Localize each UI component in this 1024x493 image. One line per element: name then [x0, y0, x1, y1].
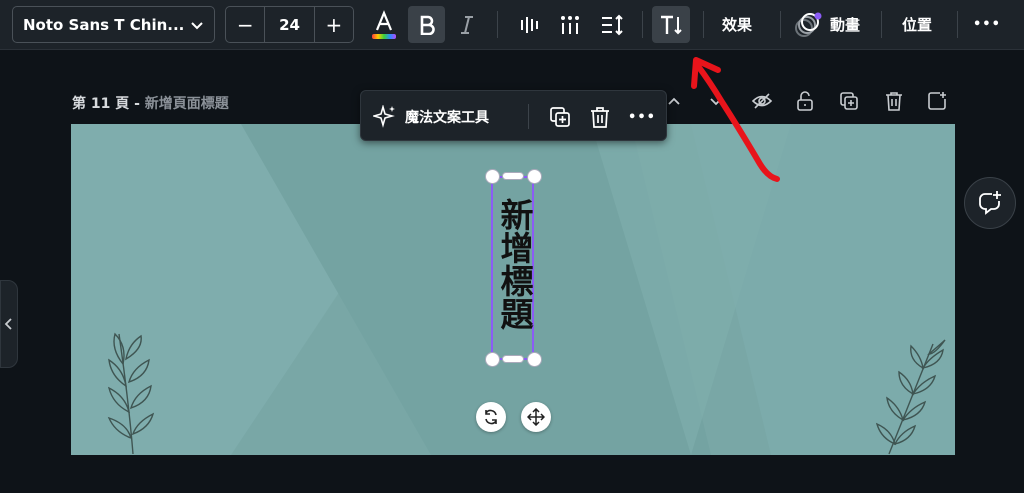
decrease-size-button[interactable]: −: [226, 7, 264, 42]
resize-handle-bottom-right[interactable]: [527, 352, 542, 367]
toolbar-divider: [780, 11, 781, 38]
trash-icon: [591, 107, 609, 128]
text-align-button[interactable]: [514, 6, 544, 43]
italic-button[interactable]: [452, 6, 482, 43]
magic-write-button[interactable]: 魔法文案工具: [373, 91, 489, 142]
animate-button[interactable]: 動畫: [794, 6, 860, 43]
trash-icon: [886, 92, 902, 111]
resize-handle-top-left[interactable]: [485, 169, 500, 184]
font-size-input[interactable]: 24: [264, 7, 315, 42]
design-canvas[interactable]: 新增標題: [71, 124, 955, 455]
vertical-text-button[interactable]: [652, 6, 690, 43]
duplicate-icon: [550, 107, 570, 127]
toolbar-divider: [957, 11, 958, 38]
chevron-down-icon: [191, 21, 203, 29]
annotation-arrow: [691, 57, 780, 182]
more-element-options-button[interactable]: •••: [628, 104, 655, 130]
effects-button[interactable]: 效果: [722, 6, 752, 43]
font-family-value: Noto Sans T Chin...: [23, 15, 185, 34]
sparkle-icon: [373, 104, 395, 128]
resize-handle-top-right[interactable]: [527, 169, 542, 184]
vertical-list-icon: [561, 15, 579, 34]
italic-icon: [461, 15, 473, 34]
toolbar-divider: [703, 11, 704, 38]
duplicate-icon: [840, 92, 858, 110]
unlock-icon: [797, 91, 813, 111]
spacing-button[interactable]: [597, 6, 627, 43]
add-page-button[interactable]: [926, 90, 948, 112]
vertical-align-icon: [521, 16, 538, 33]
position-button[interactable]: 位置: [902, 6, 932, 43]
animate-icon: [795, 12, 822, 37]
duplicate-page-button[interactable]: [838, 90, 860, 112]
toolbar-divider: [881, 11, 882, 38]
top-toolbar: Noto Sans T Chin... − 24 + 效果 動畫 位置 •••: [0, 0, 1024, 50]
more-options-button[interactable]: •••: [973, 6, 1001, 43]
increase-size-button[interactable]: +: [315, 7, 353, 42]
context-menu-divider: [528, 104, 529, 129]
page-title-input[interactable]: 新增頁面標題: [145, 96, 229, 112]
delete-element-button[interactable]: [587, 104, 613, 130]
add-comment-button[interactable]: [964, 177, 1016, 229]
move-icon: [527, 408, 545, 426]
toolbar-divider: [497, 11, 498, 38]
animate-label: 動畫: [830, 16, 861, 34]
vertical-title-text[interactable]: 新增標題: [495, 198, 534, 330]
chevron-left-icon: [4, 318, 12, 330]
rotate-button[interactable]: [476, 402, 506, 432]
list-button[interactable]: [555, 6, 585, 43]
add-comment-icon: [979, 191, 1001, 215]
vertical-text-icon: [661, 15, 682, 34]
font-size-stepper: − 24 +: [225, 6, 354, 43]
collapse-panel-button[interactable]: [0, 280, 18, 368]
move-button[interactable]: [521, 402, 551, 432]
resize-handle-bottom-left[interactable]: [485, 352, 500, 367]
text-color-button[interactable]: [366, 6, 402, 43]
bold-icon: [420, 15, 435, 35]
font-family-select[interactable]: Noto Sans T Chin...: [12, 6, 215, 43]
add-page-icon: [928, 92, 946, 110]
element-context-menu: 魔法文案工具 •••: [360, 90, 667, 141]
magic-write-label: 魔法文案工具: [405, 109, 489, 126]
bold-button[interactable]: [408, 6, 445, 43]
selected-text-box[interactable]: 新增標題: [491, 176, 534, 360]
rotate-icon: [485, 409, 497, 425]
page-number: 第 11 頁 -: [72, 96, 145, 112]
delete-page-button[interactable]: [883, 90, 905, 112]
lock-page-button[interactable]: [794, 90, 816, 112]
duplicate-element-button[interactable]: [547, 104, 573, 130]
page-title: 第 11 頁 - 新增頁面標題: [72, 93, 229, 113]
line-spacing-icon: [602, 14, 623, 35]
text-color-icon: [372, 9, 396, 39]
resize-handle-top[interactable]: [502, 172, 524, 180]
toolbar-divider: [642, 11, 643, 38]
resize-handle-bottom[interactable]: [502, 355, 524, 363]
